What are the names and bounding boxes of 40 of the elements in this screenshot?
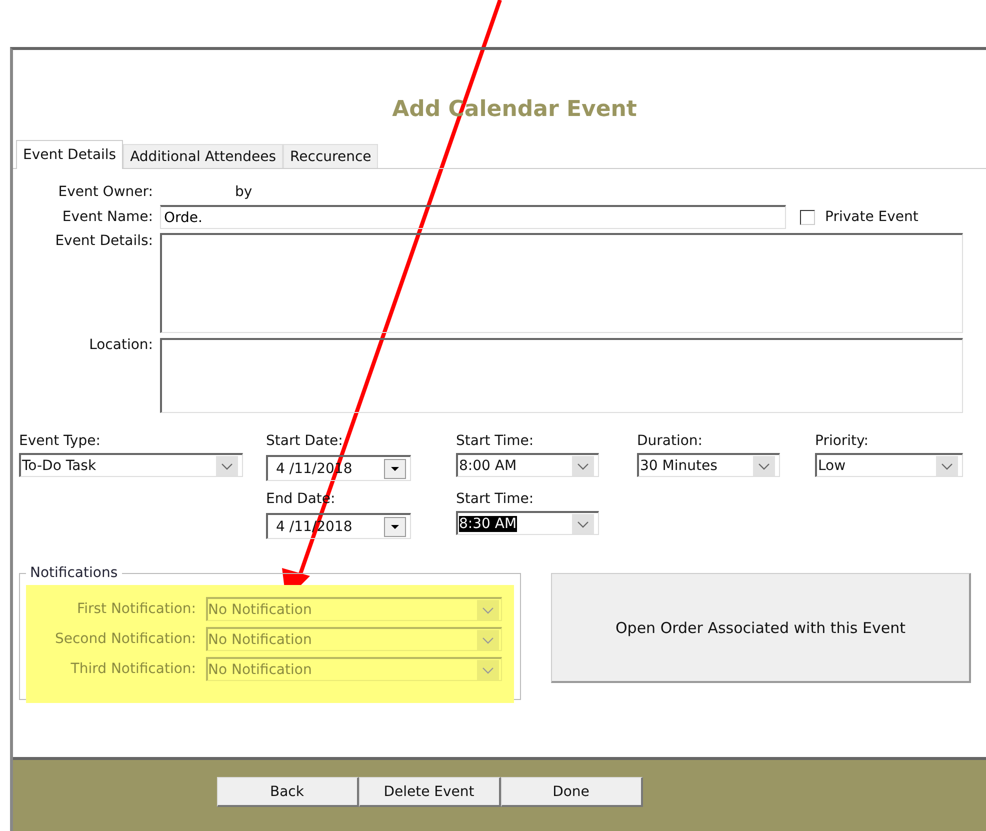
field-label: Start Date: xyxy=(266,433,344,451)
footer-button[interactable]: Back xyxy=(216,777,358,807)
chevron-down-icon xyxy=(572,456,594,476)
chevron-down-icon xyxy=(936,456,958,476)
owner-name: by xyxy=(234,184,252,200)
checkbox[interactable] xyxy=(800,210,815,224)
field-label: Event Details: xyxy=(54,233,154,249)
checkbox-label: Private Event xyxy=(825,209,918,225)
chevron-down-icon xyxy=(477,630,499,650)
field-label: First Notification: xyxy=(76,601,197,617)
location-field[interactable] xyxy=(160,338,963,413)
dropdown[interactable]: 8:30 AM xyxy=(456,511,599,535)
field-label: Second Notification: xyxy=(54,631,197,647)
field-label: Duration: xyxy=(637,433,704,451)
tab[interactable]: Additional Attendees xyxy=(123,144,284,168)
field-label: Event Type: xyxy=(19,433,102,451)
tab[interactable]: Event Details xyxy=(16,140,124,169)
chevron-down-icon xyxy=(477,600,499,620)
field-label: Priority: xyxy=(815,433,870,451)
event-name-field[interactable]: Orde. xyxy=(160,205,786,229)
field-label: Start Time: xyxy=(456,433,535,451)
chevron-down-icon xyxy=(572,514,594,534)
field-label: Event Owner: xyxy=(57,184,154,200)
tab[interactable]: Reccurence xyxy=(283,144,378,168)
field-label: Event Name: xyxy=(61,209,154,225)
chevron-down-icon xyxy=(477,660,499,680)
chevron-down-icon xyxy=(753,456,775,476)
dropdown[interactable]: 8:00 AM xyxy=(456,453,599,477)
event-details-field[interactable] xyxy=(160,233,963,333)
footer-button[interactable]: Delete Event xyxy=(358,777,500,807)
field-label: Third Notification: xyxy=(70,661,197,677)
field-label: Location: xyxy=(88,337,154,353)
footer-button[interactable]: Done xyxy=(500,777,642,807)
dropdown[interactable]: To-Do Task xyxy=(19,453,243,477)
chevron-down-icon xyxy=(216,456,238,476)
dropdown[interactable]: 30 Minutes xyxy=(637,453,780,477)
open-order-button[interactable]: Open Order Associated with this Event xyxy=(551,573,971,683)
group-title: Notifications xyxy=(29,565,119,581)
field-label: Start Time: xyxy=(456,491,535,509)
dropdown[interactable]: Low xyxy=(815,453,963,477)
